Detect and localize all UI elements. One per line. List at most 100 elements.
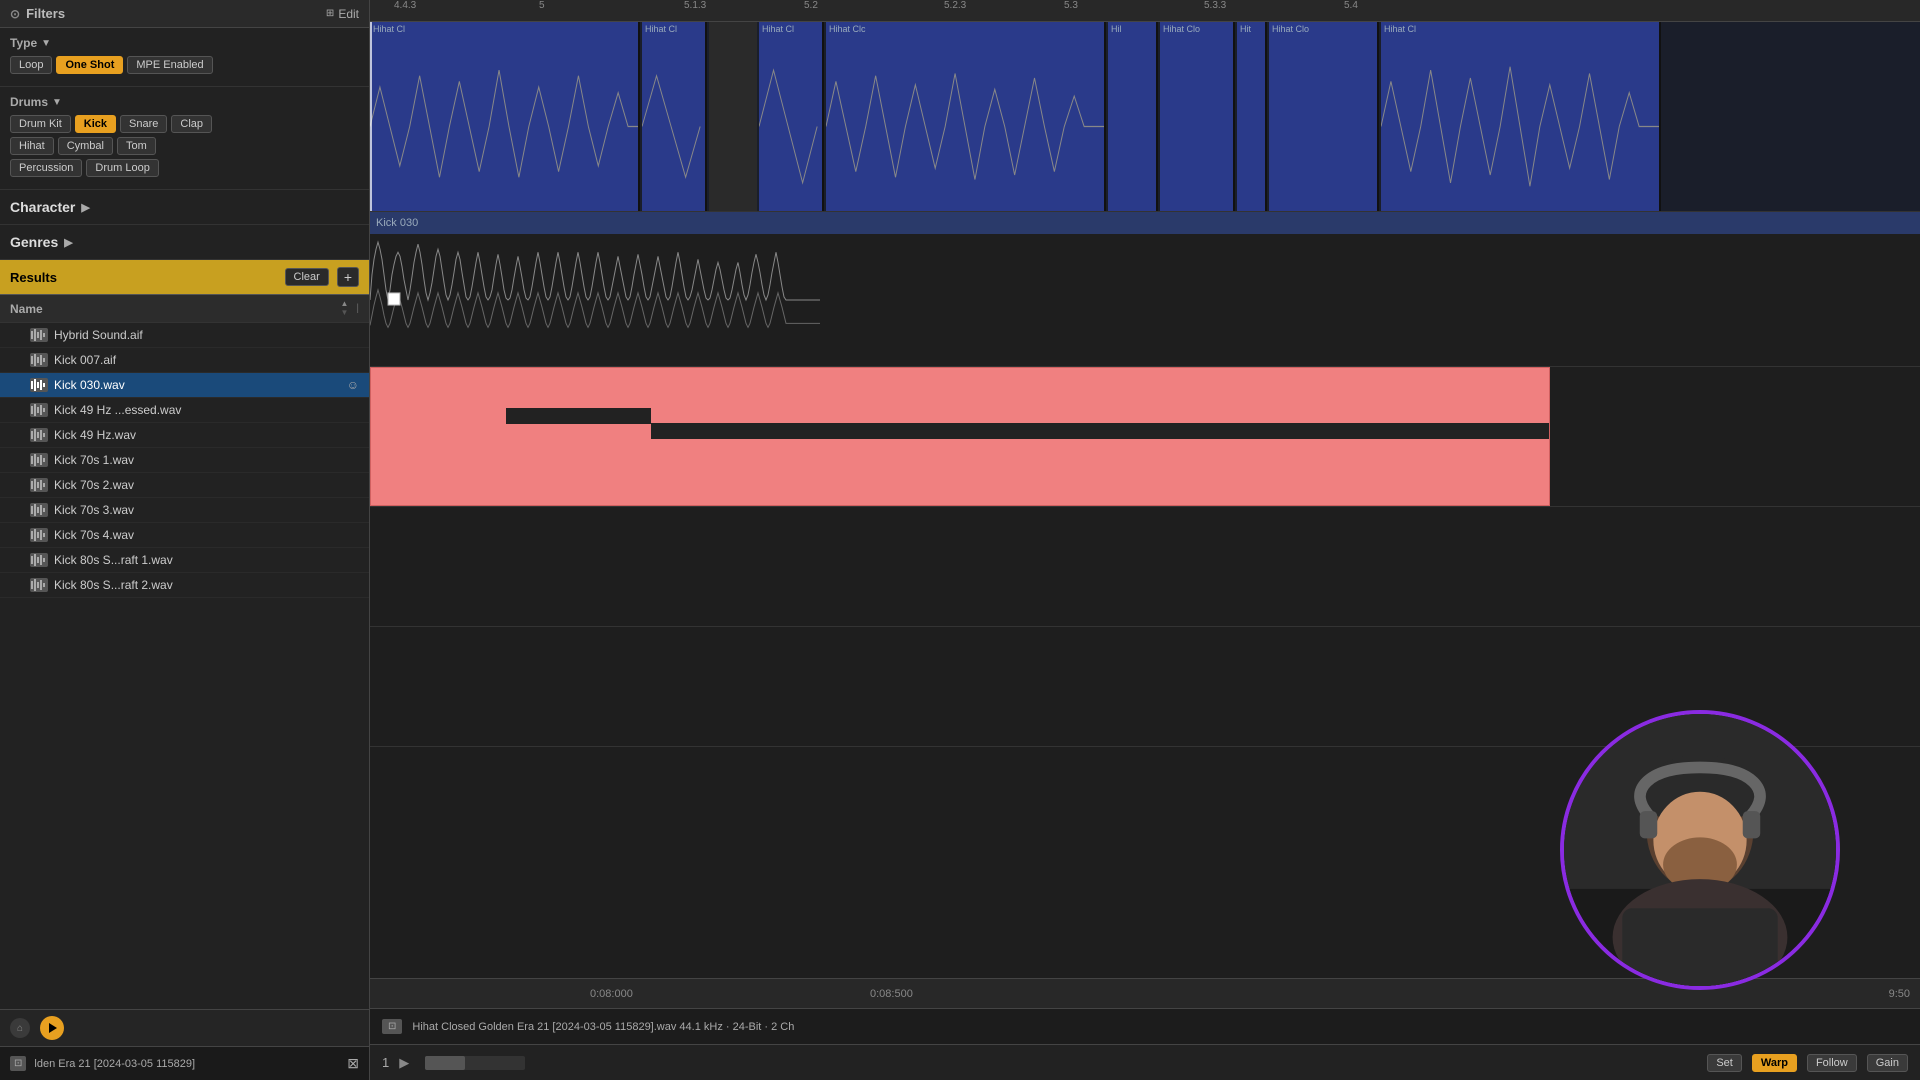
- tag-hihat[interactable]: Hihat: [10, 137, 54, 155]
- ruler-mark-2: 5: [539, 0, 545, 11]
- tag-cymbal[interactable]: Cymbal: [58, 137, 113, 155]
- hihat-clip-label: Hihat Clc: [829, 24, 866, 34]
- play-triangle-icon: [49, 1023, 57, 1033]
- file-icon: [30, 403, 48, 417]
- name-header: Name ▲ ▼ |: [0, 295, 369, 323]
- follow-button[interactable]: Follow: [1807, 1054, 1857, 1072]
- type-title: Type ▼: [10, 36, 359, 50]
- list-item[interactable]: Kick 49 Hz ...essed.wav: [0, 398, 369, 423]
- list-item[interactable]: Kick 70s 1.wav: [0, 448, 369, 473]
- list-item[interactable]: Kick 70s 4.wav: [0, 523, 369, 548]
- hihat-clip-label: Hihat Clo: [1163, 24, 1200, 34]
- ruler-mark-5: 5.2.3: [944, 0, 966, 11]
- file-icon: [30, 453, 48, 467]
- timeline-mini-position: [425, 1056, 465, 1070]
- tag-mpe[interactable]: MPE Enabled: [127, 56, 212, 74]
- play-arrow-icon: ▶: [399, 1055, 409, 1071]
- set-button[interactable]: Set: [1707, 1054, 1742, 1072]
- time-marker-3: 9:50: [1889, 988, 1910, 1000]
- add-button[interactable]: +: [337, 267, 359, 287]
- warp-button[interactable]: Warp: [1752, 1054, 1797, 1072]
- tag-one-shot[interactable]: One Shot: [56, 56, 123, 74]
- hihat-gap: [709, 22, 757, 211]
- hihat-clip-group1[interactable]: Hihat Cl: [370, 22, 640, 211]
- hihat-clip-single1[interactable]: Hihat Cl: [642, 22, 707, 211]
- filters-icon: ⊙: [10, 7, 20, 21]
- file-name: Kick 70s 1.wav: [54, 453, 359, 467]
- file-icon: [30, 578, 48, 592]
- ruler-mark-8: 5.4: [1344, 0, 1358, 11]
- list-item[interactable]: Kick 007.aif: [0, 348, 369, 373]
- home-button[interactable]: ⌂: [10, 1018, 30, 1038]
- tag-clap[interactable]: Clap: [171, 115, 212, 133]
- hihat-clip-clo1[interactable]: Hihat Clo: [1160, 22, 1235, 211]
- hihat-clips-wrapper: Hihat Cl Hihat Cl: [370, 22, 1920, 211]
- ruler-mark-7: 5.3.3: [1204, 0, 1226, 11]
- play-button[interactable]: [40, 1016, 64, 1040]
- file-name: Kick 70s 4.wav: [54, 528, 359, 542]
- empty-track-1: [370, 507, 1920, 627]
- hihat-clip-label: Hihat Cl: [1384, 24, 1416, 34]
- hihat-clip-hit[interactable]: Hit: [1237, 22, 1267, 211]
- gain-button[interactable]: Gain: [1867, 1054, 1908, 1072]
- list-item-selected[interactable]: Kick 030.wav ☺: [0, 373, 369, 398]
- tag-drum-kit[interactable]: Drum Kit: [10, 115, 71, 133]
- status-close-button[interactable]: ⊠: [347, 1055, 359, 1072]
- list-item[interactable]: Hybrid Sound.aif: [0, 323, 369, 348]
- hihat-clip-single2[interactable]: Hihat Cl: [759, 22, 824, 211]
- list-item[interactable]: Kick 80s S...raft 2.wav: [0, 573, 369, 598]
- character-row[interactable]: Character ▶: [0, 190, 369, 225]
- tag-percussion[interactable]: Percussion: [10, 159, 82, 177]
- hihat-clip-group2[interactable]: Hihat Clc: [826, 22, 1106, 211]
- drums-title: Drums ▼: [10, 95, 359, 109]
- file-icon: [30, 353, 48, 367]
- time-marker-2: 0:08:500: [870, 988, 913, 1000]
- file-name: Kick 030.wav: [54, 378, 341, 392]
- drums-tags-row2: Hihat Cymbal Tom: [10, 137, 359, 155]
- webcam-overlay: AUDEZE: [1560, 710, 1840, 990]
- waveform-svg-container: [370, 234, 1920, 366]
- edit-label: Edit: [338, 7, 359, 21]
- type-tags-row: Loop One Shot MPE Enabled: [10, 56, 359, 74]
- clear-button[interactable]: Clear: [285, 268, 329, 286]
- file-name: Kick 70s 3.wav: [54, 503, 359, 517]
- bottom-controls-bar: 1 ▶ Set Warp Follow Gain: [370, 1044, 1920, 1080]
- genres-row[interactable]: Genres ▶: [0, 225, 369, 260]
- tag-drum-loop[interactable]: Drum Loop: [86, 159, 158, 177]
- list-item[interactable]: Kick 70s 3.wav: [0, 498, 369, 523]
- hihat-clip-group3[interactable]: Hihat Cl: [1381, 22, 1661, 211]
- list-item[interactable]: Kick 80s S...raft 1.wav: [0, 548, 369, 573]
- hihat-clip-clo2[interactable]: Hihat Clo: [1269, 22, 1379, 211]
- tag-tom[interactable]: Tom: [117, 137, 156, 155]
- ruler-mark-1: 4.4.3: [394, 0, 416, 11]
- midi-note-bar-1: [506, 408, 651, 424]
- preview-icon: ☺: [347, 378, 359, 392]
- file-icon: [30, 528, 48, 542]
- file-icon: [30, 428, 48, 442]
- hihat-clip-label: Hil: [1111, 24, 1122, 34]
- timeline-ruler: 4.4.3 5 5.1.3 5.2 5.2.3 5.3 5.3.3 5.4: [370, 0, 1920, 22]
- hihat-clip-label: Hihat Clo: [1272, 24, 1309, 34]
- ruler-mark-4: 5.2: [804, 0, 818, 11]
- filters-title: Filters: [26, 6, 65, 21]
- genres-label: Genres: [10, 234, 58, 250]
- timeline-mini-bar: [425, 1056, 525, 1070]
- file-icon: [30, 553, 48, 567]
- edit-button[interactable]: ⊞ Edit: [326, 7, 359, 21]
- status-info-text: Hihat Closed Golden Era 21 [2024-03-05 1…: [412, 1021, 794, 1033]
- file-icon: [30, 503, 48, 517]
- file-name: Kick 80s S...raft 1.wav: [54, 553, 359, 567]
- tag-snare[interactable]: Snare: [120, 115, 167, 133]
- list-item[interactable]: Kick 70s 2.wav: [0, 473, 369, 498]
- sort-icons[interactable]: ▲ ▼: [340, 300, 348, 317]
- tag-loop[interactable]: Loop: [10, 56, 52, 74]
- bottom-player: ⌂: [0, 1009, 369, 1046]
- filters-header: ⊙ Filters ⊞ Edit: [0, 0, 369, 28]
- hihat-clip-hil[interactable]: Hil: [1108, 22, 1158, 211]
- file-name: Kick 49 Hz.wav: [54, 428, 359, 442]
- list-item[interactable]: Kick 49 Hz.wav: [0, 423, 369, 448]
- status-file-icon: ⊡: [10, 1056, 26, 1071]
- playhead: [370, 22, 372, 211]
- pink-clip[interactable]: [370, 367, 1550, 506]
- tag-kick[interactable]: Kick: [75, 115, 116, 133]
